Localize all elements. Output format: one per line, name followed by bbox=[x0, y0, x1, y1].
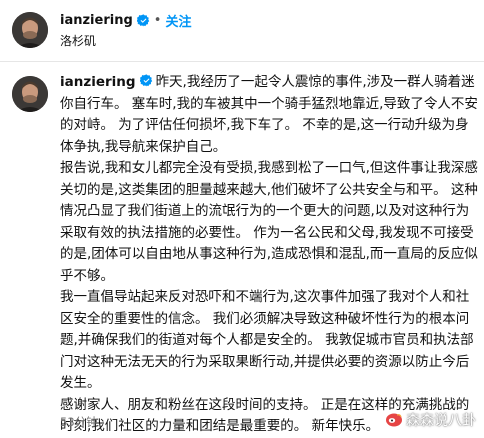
post-header: ianziering • 关注 洛杉矶 bbox=[0, 0, 484, 62]
avatar-image bbox=[12, 76, 48, 112]
header-divider bbox=[0, 61, 484, 62]
caption-text: ianziering 昨天,我经历了一起令人震惊的事件,涉及一群人骑着迷你自行车… bbox=[60, 72, 478, 438]
caption-paragraph-3: 我一直倡导站起来反对恐吓和不端行为,这次事件加强了我对个人和社区安全的重要性的信… bbox=[60, 289, 474, 391]
caption-paragraph: ianziering 昨天,我经历了一起令人震惊的事件,涉及一群人骑着迷你自行车… bbox=[60, 72, 478, 158]
verified-badge-icon bbox=[139, 74, 152, 87]
avatar-image bbox=[12, 12, 48, 48]
watermark-logo-icon bbox=[386, 413, 402, 427]
avatar[interactable] bbox=[12, 12, 48, 48]
watermark: 森森说八卦 bbox=[385, 409, 476, 431]
watermark-text: 森森说八卦 bbox=[406, 413, 476, 429]
avatar[interactable] bbox=[12, 76, 48, 112]
post-timestamp: 53分钟 bbox=[60, 415, 98, 429]
separator-dot: • bbox=[153, 12, 162, 28]
header-name-row: ianziering • 关注 bbox=[60, 10, 191, 30]
verified-badge-icon bbox=[136, 13, 149, 26]
follow-button[interactable]: 关注 bbox=[165, 11, 191, 30]
caption-paragraph-2: 报告说,我和女儿都完全没有受损,我感到松了一口气,但这件事让我深感关切的是,这类… bbox=[60, 160, 478, 284]
header-username[interactable]: ianziering bbox=[60, 13, 133, 28]
location-label[interactable]: 洛杉矶 bbox=[60, 32, 96, 49]
caption-username[interactable]: ianziering bbox=[60, 74, 136, 90]
